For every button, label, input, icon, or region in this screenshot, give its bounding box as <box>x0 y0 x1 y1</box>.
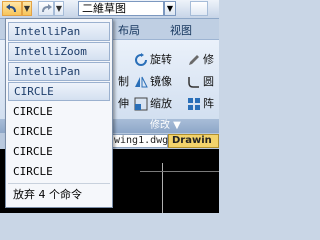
crosshair-horizontal <box>140 171 219 172</box>
redo-button[interactable] <box>38 1 54 16</box>
rotate-icon <box>135 53 147 66</box>
chevron-down-icon: ▼ <box>55 4 63 13</box>
undo-menu-item[interactable]: CIRCLE <box>8 102 110 121</box>
panel-title: 修改 ▼ <box>150 120 181 131</box>
undo-history-menu: IntelliPan IntelliZoom IntelliPan CIRCLE… <box>5 18 113 208</box>
redo-dropdown-button[interactable]: ▼ <box>54 1 64 16</box>
menu-divider <box>8 183 110 184</box>
modify-button[interactable]: 修 <box>187 52 214 68</box>
tab-drawing[interactable]: Drawin <box>168 134 219 148</box>
undo-menu-item[interactable]: CIRCLE <box>8 82 110 101</box>
rotate-button[interactable]: 旋转 <box>134 52 172 68</box>
undo-dropdown-button[interactable]: ▼ <box>22 1 32 16</box>
undo-menu-item[interactable]: IntelliPan <box>8 62 110 81</box>
undo-menu-item[interactable]: IntelliZoom <box>8 42 110 61</box>
undo-button[interactable] <box>2 1 22 16</box>
scale-button[interactable]: 缩放 <box>134 96 172 112</box>
tab-view[interactable]: 视图 <box>170 22 192 38</box>
fillet-button[interactable]: 圆 <box>187 74 214 90</box>
mirror-icon <box>135 76 148 88</box>
redo-icon <box>42 4 52 12</box>
tab-wing1-dwg[interactable]: wing1.dwg <box>110 134 168 148</box>
chevron-down-icon: ▼ <box>23 4 31 13</box>
fillet-icon <box>188 77 199 88</box>
undo-icon <box>6 4 16 12</box>
undo-menu-item[interactable]: CIRCLE <box>8 122 110 141</box>
array-icon <box>188 98 200 110</box>
undo-menu-item[interactable]: IntelliPan <box>8 22 110 41</box>
array-button[interactable]: 阵 <box>187 96 214 112</box>
scale-icon <box>134 97 148 111</box>
mirror-button[interactable]: 镜像 <box>134 74 172 90</box>
undo-menu-item[interactable]: CIRCLE <box>8 142 110 161</box>
undo-count-status: 放弃 4 个命令 <box>13 188 82 201</box>
chevron-down-icon: ▼ <box>166 4 174 13</box>
control-button[interactable]: 制 <box>118 74 129 90</box>
undo-menu-item[interactable]: CIRCLE <box>8 162 110 181</box>
tab-layout[interactable]: 布局 <box>118 22 140 38</box>
pencil-icon <box>189 55 199 65</box>
toolbar-button[interactable] <box>190 1 208 16</box>
workspace-dropdown-button[interactable]: ▼ <box>164 1 176 16</box>
workspace-select[interactable]: 二維草图 <box>78 1 164 16</box>
stretch-button[interactable]: 伸 <box>118 96 129 112</box>
quick-access-toolbar: ▼ ▼ 二維草图 ▼ <box>0 0 219 19</box>
